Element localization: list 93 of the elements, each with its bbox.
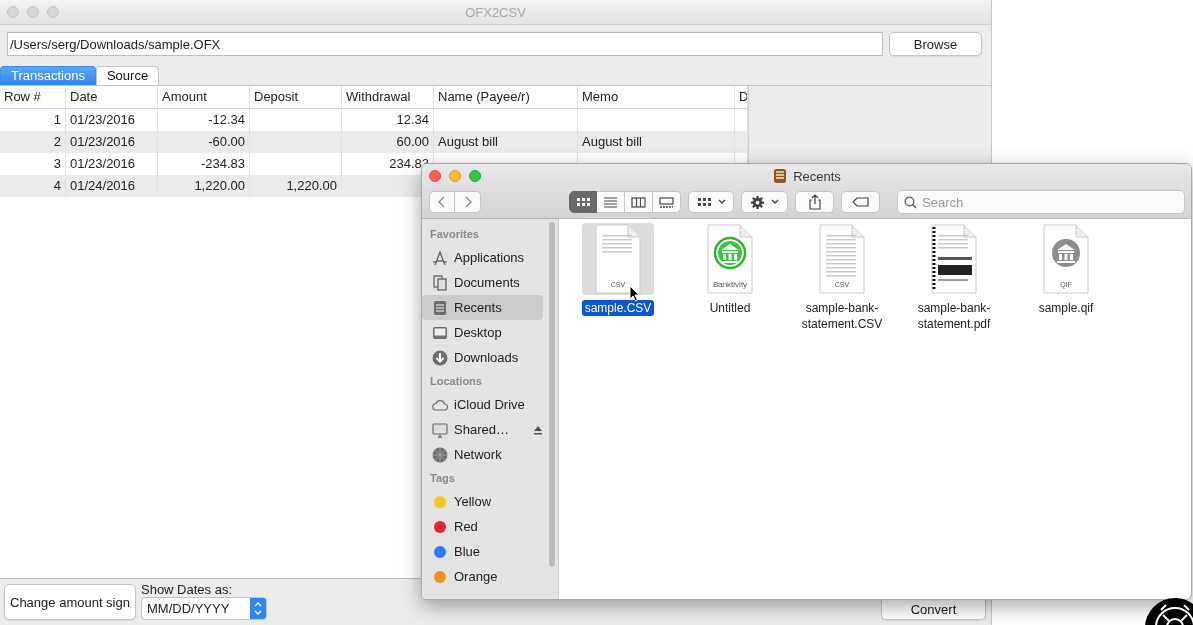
sidebar-item[interactable]: Yellow <box>422 489 543 514</box>
table-cell: 1,220.00 <box>250 175 342 197</box>
column-header[interactable]: Date <box>66 86 158 108</box>
table-cell: August bill <box>434 131 578 153</box>
stepper-icon <box>250 598 266 619</box>
view-mode-button[interactable] <box>653 191 681 213</box>
sidebar-item[interactable]: Recents <box>422 295 543 320</box>
table-cell: 01/23/2016 <box>66 131 158 153</box>
table-cell: 1,220.00 <box>158 175 250 197</box>
file-name[interactable]: sample-bank-statement.CSV <box>791 300 893 332</box>
tag-button[interactable] <box>841 191 880 213</box>
downloads-icon <box>432 349 448 366</box>
sidebar-label: Documents <box>454 275 520 290</box>
documents-icon <box>432 274 448 291</box>
window-title: OFX2CSV <box>465 4 526 20</box>
sidebar-label: Network <box>454 447 502 462</box>
table-cell: 4 <box>0 175 66 197</box>
sidebar-item[interactable]: Desktop <box>422 320 543 345</box>
sidebar-item[interactable]: Downloads <box>422 345 543 370</box>
applications-icon <box>432 249 448 266</box>
browse-button[interactable]: Browse <box>889 32 982 56</box>
column-header[interactable]: Name (Payee/r) <box>434 86 578 108</box>
table-cell: 60.00 <box>342 131 434 153</box>
network-icon <box>432 446 448 463</box>
cursor-icon <box>629 285 640 302</box>
gallery-icon <box>659 194 674 210</box>
eject-icon[interactable] <box>533 424 543 435</box>
recents-icon <box>432 299 448 316</box>
sidebar-label: Downloads <box>454 350 519 365</box>
sidebar-item[interactable]: Network <box>422 442 543 467</box>
column-header[interactable]: Memo <box>578 86 735 108</box>
shared-icon <box>432 421 448 438</box>
file-name[interactable]: sample-bank-statement.pdf <box>903 300 1005 332</box>
table-cell: August bill <box>578 131 735 153</box>
table-cell: -60.00 <box>158 131 250 153</box>
sidebar-item[interactable]: Red <box>422 514 543 539</box>
date-format-label: Show Dates as: <box>141 583 234 597</box>
sidebar-label: Yellow <box>454 494 492 509</box>
share-icon <box>807 194 822 210</box>
sidebar-label: Applications <box>454 250 525 265</box>
caret-icon <box>771 199 779 205</box>
date-format-select[interactable]: MM/DD/YYYY <box>141 597 267 620</box>
forward-button[interactable] <box>455 191 481 213</box>
tag-icon <box>851 197 870 207</box>
sidebar-label: Desktop <box>454 325 502 340</box>
group-button[interactable] <box>688 191 734 213</box>
zoom-button[interactable] <box>469 170 481 182</box>
search-field[interactable]: Search <box>897 190 1185 214</box>
action-button[interactable] <box>741 191 788 213</box>
caret-icon <box>717 199 726 205</box>
sidebar-heading: Tags <box>429 471 456 486</box>
sidebar-item[interactable]: Orange <box>422 564 543 589</box>
table-cell: 01/24/2016 <box>66 175 158 197</box>
minimize-button[interactable] <box>449 170 461 182</box>
share-button[interactable] <box>795 191 834 213</box>
file-path-field[interactable]: /Users/serg/Downloads/sample.OFX <box>7 32 883 56</box>
view-mode-button[interactable] <box>625 191 653 213</box>
scrollbar[interactable] <box>549 222 555 567</box>
back-button[interactable] <box>429 191 455 213</box>
column-header[interactable]: Amount <box>158 86 250 108</box>
sidebar-label: Shared… <box>454 422 509 437</box>
file-name[interactable]: sample.CSV <box>581 300 655 316</box>
file-name[interactable]: sample.qif <box>1035 300 1097 316</box>
column-header[interactable]: Row # <box>0 86 66 108</box>
sidebar-item[interactable]: Shared… <box>422 417 543 442</box>
desktop-icon <box>432 324 448 341</box>
change-amount-sign-button[interactable]: Change amount sign <box>4 584 136 620</box>
sidebar-label: Blue <box>454 544 481 559</box>
sidebar-item[interactable]: Applications <box>422 245 543 270</box>
window-title: Recents <box>793 168 841 184</box>
convert-button[interactable]: Convert <box>881 600 986 620</box>
sidebar-label: iCloud Drive <box>454 397 525 412</box>
tab[interactable]: Source <box>95 66 160 85</box>
column-header[interactable]: Deposit <box>250 86 342 108</box>
recents-icon <box>772 168 789 184</box>
gear-icon <box>750 194 765 210</box>
columns-icon <box>631 194 646 210</box>
sidebar-item[interactable]: iCloud Drive <box>422 392 543 417</box>
sidebar-label: Orange <box>454 569 498 584</box>
sidebar-heading: Locations <box>429 374 483 389</box>
sidebar-heading: Favorites <box>429 227 480 242</box>
file-name[interactable]: Untitled <box>706 300 754 316</box>
sidebar-item[interactable]: Documents <box>422 270 543 295</box>
table-cell: 2 <box>0 131 66 153</box>
close-button[interactable] <box>429 170 441 182</box>
sidebar-item[interactable]: Blue <box>422 539 543 564</box>
sidebar-label: Recents <box>454 300 502 315</box>
view-mode-button[interactable] <box>569 191 597 213</box>
sidebar-label: Red <box>454 519 478 534</box>
column-header[interactable]: Withdrawal <box>342 86 434 108</box>
column-header[interactable]: D <box>735 86 748 108</box>
lifebuoy-icon[interactable] <box>1143 596 1193 625</box>
list-icon <box>603 194 618 210</box>
